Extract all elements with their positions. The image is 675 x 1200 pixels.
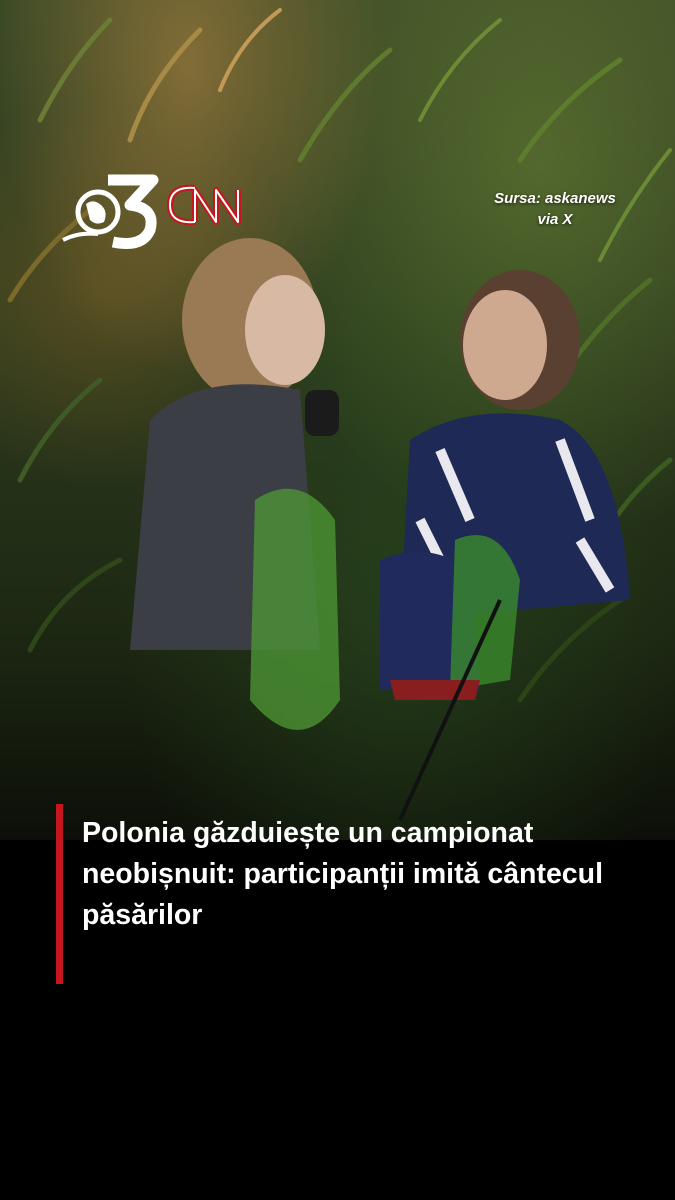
foliage-background <box>7 8 673 821</box>
source-credit: Sursa: askanews via X <box>470 188 640 230</box>
source-credit-line-1: Sursa: askanews <box>494 190 616 207</box>
video-frame <box>0 0 675 840</box>
headline-text: Polonia găzduiește un campionat neobișnu… <box>82 817 603 931</box>
source-credit-line-2: via X <box>537 211 573 228</box>
headline-accent-bar <box>56 804 63 984</box>
channel-logo <box>58 170 268 250</box>
antena3-cnn-logo-icon <box>62 174 241 249</box>
